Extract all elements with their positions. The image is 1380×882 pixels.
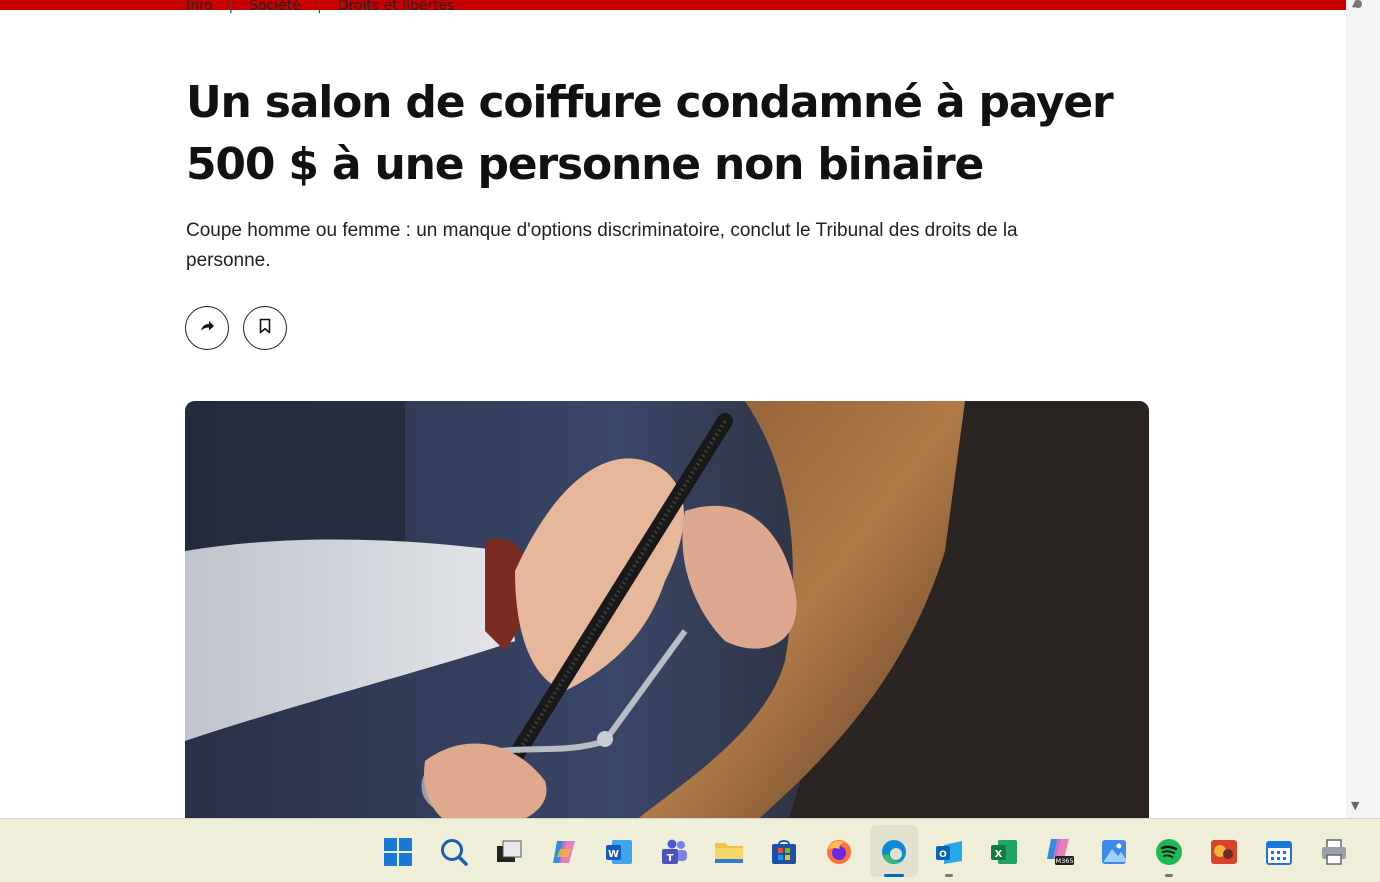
taskbar-active-indicator <box>884 874 904 877</box>
scrollbar-thumb[interactable] <box>1354 0 1362 8</box>
breadcrumb-info[interactable]: Info <box>186 0 213 14</box>
bookmark-button[interactable] <box>243 306 287 350</box>
breadcrumb-separator: | <box>228 0 234 14</box>
microsoft-store-icon[interactable] <box>767 835 801 869</box>
m365-badge-label: M365 <box>1055 857 1073 865</box>
copilot-icon[interactable] <box>547 835 581 869</box>
firefox-icon[interactable] <box>822 835 856 869</box>
share-button[interactable] <box>185 306 229 350</box>
calendar-icon[interactable] <box>1262 835 1296 869</box>
svg-text:W: W <box>608 849 619 860</box>
svg-text:X: X <box>995 849 1003 860</box>
windows-start-icon[interactable] <box>381 835 415 869</box>
article-hero-image <box>185 401 1149 818</box>
spotify-icon[interactable] <box>1152 835 1186 869</box>
outlook-icon[interactable]: O <box>932 835 966 869</box>
printer-icon[interactable] <box>1317 835 1351 869</box>
article-subtitle: Coupe homme ou femme : un manque d'optio… <box>186 220 1018 271</box>
vertical-scrollbar[interactable]: ▲ ▼ <box>1346 0 1380 818</box>
article-title: Un salon de coiffure condamné à payer 50… <box>186 77 1114 190</box>
word-icon[interactable]: W <box>602 835 636 869</box>
red-app-icon[interactable] <box>1207 835 1241 869</box>
search-icon[interactable] <box>437 835 471 869</box>
edge-icon[interactable] <box>877 835 911 869</box>
article-actions <box>185 306 287 350</box>
task-view-icon[interactable] <box>492 835 526 869</box>
breadcrumb-societe[interactable]: Société <box>249 0 301 14</box>
svg-text:O: O <box>939 850 947 860</box>
bookmark-icon <box>258 318 272 338</box>
taskbar-running-indicator <box>1165 874 1173 877</box>
photos-icon[interactable] <box>1097 835 1131 869</box>
file-explorer-icon[interactable] <box>712 835 746 869</box>
breadcrumb-separator: | <box>316 0 322 14</box>
breadcrumb: Info | Société | Droits et libertés <box>186 0 455 14</box>
browser-viewport: Info | Société | Droits et libertés Un salon… <box>0 0 1346 818</box>
share-arrow-icon <box>199 318 215 338</box>
breadcrumb-droits[interactable]: Droits et libertés <box>338 0 455 14</box>
windows-taskbar: W T O X M365 <box>0 818 1380 882</box>
teams-icon[interactable]: T <box>657 835 691 869</box>
scroll-down-arrow-icon[interactable]: ▼ <box>1351 799 1359 812</box>
excel-icon[interactable]: X <box>987 835 1021 869</box>
taskbar-running-indicator <box>945 874 953 877</box>
svg-text:T: T <box>667 853 674 864</box>
m365-icon[interactable]: M365 <box>1042 835 1076 869</box>
